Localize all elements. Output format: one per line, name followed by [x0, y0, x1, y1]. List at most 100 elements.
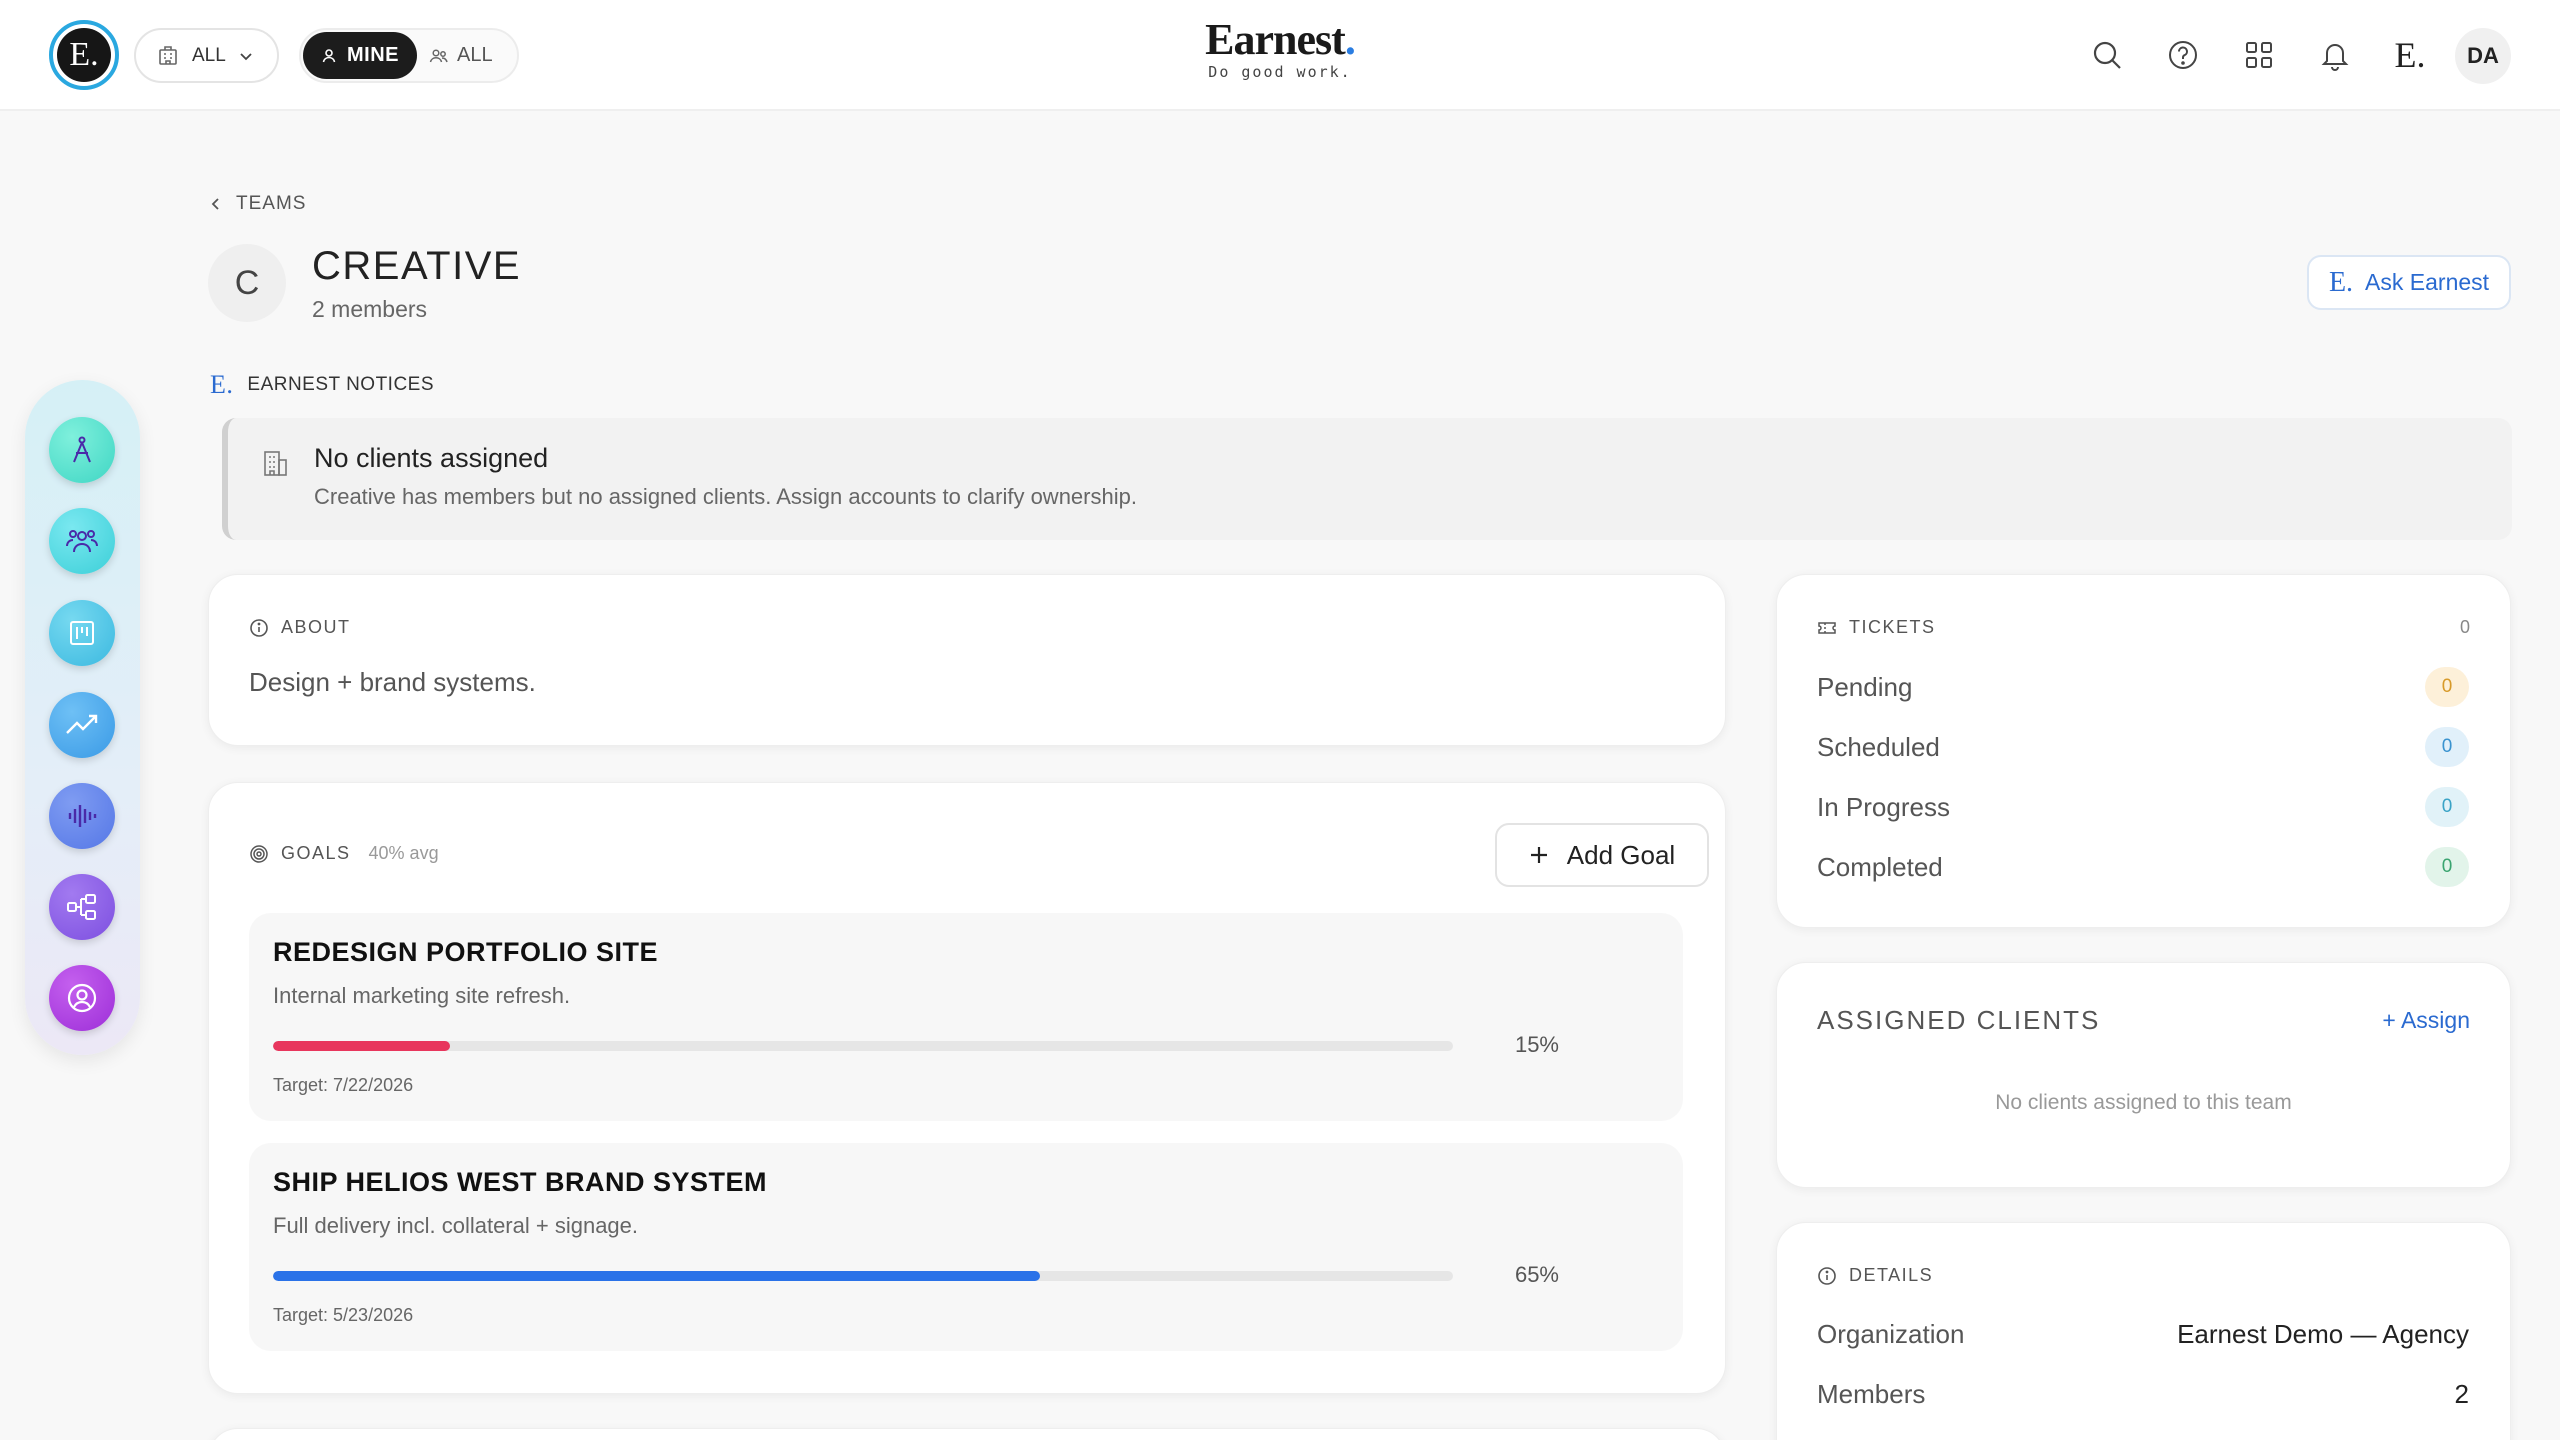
- help-icon[interactable]: [2163, 35, 2203, 75]
- assigned-clients-card: ASSIGNED CLIENTS + Assign No clients ass…: [1776, 962, 2511, 1188]
- ticket-icon: [1817, 620, 1837, 636]
- scope-label: ALL: [192, 44, 226, 66]
- rail-board-icon[interactable]: [49, 600, 115, 666]
- clients-empty-state: No clients assigned to this team: [1995, 1091, 2292, 1114]
- filter-all-button[interactable]: ALL: [429, 32, 493, 79]
- page-title: CREATIVE: [312, 244, 522, 288]
- building-icon: [156, 44, 180, 68]
- ticket-row-label: Scheduled: [1817, 731, 1940, 762]
- about-heading: ABOUT: [249, 617, 351, 638]
- goals-average: 40% avg: [368, 843, 439, 863]
- info-icon: [249, 618, 269, 638]
- breadcrumb[interactable]: TEAMS: [210, 193, 306, 215]
- details-card: DETAILS Organization Earnest Demo — Agen…: [1776, 1222, 2511, 1440]
- scope-dropdown[interactable]: ALL: [134, 28, 279, 83]
- goal-item[interactable]: SHIP HELIOS WEST BRAND SYSTEM Full deliv…: [249, 1143, 1683, 1351]
- goal-progress-bar: [273, 1041, 1453, 1051]
- goals-label: GOALS: [281, 843, 351, 863]
- detail-key: Members: [1817, 1379, 1926, 1409]
- goal-description: Full delivery incl. collateral + signage…: [273, 1213, 639, 1238]
- add-goal-label: Add Goal: [1566, 839, 1676, 870]
- ticket-count-badge: 0: [2425, 787, 2469, 827]
- goal-item[interactable]: REDESIGN PORTFOLIO SITE Internal marketi…: [249, 913, 1683, 1121]
- notice-title: No clients assigned: [314, 443, 549, 473]
- ask-earnest-button[interactable]: E. Ask Earnest: [2307, 255, 2511, 310]
- detail-value: Earnest Demo — Agency: [2177, 1319, 2469, 1349]
- goal-progress-label: 15%: [1514, 1032, 1559, 1057]
- goal-title: SHIP HELIOS WEST BRAND SYSTEM: [273, 1167, 768, 1197]
- tickets-label: TICKETS: [1849, 617, 1936, 637]
- goal-progress-bar: [273, 1271, 1453, 1281]
- goal-progress-label: 65%: [1514, 1262, 1559, 1287]
- goal-title: REDESIGN PORTFOLIO SITE: [273, 937, 659, 967]
- brand-name: Earnest.: [1180, 14, 1380, 65]
- ticket-row-label: Pending: [1817, 671, 1913, 702]
- goal-progress-fill: [273, 1271, 1040, 1281]
- clients-title: ASSIGNED CLIENTS: [1817, 1005, 2101, 1035]
- chevron-down-icon: [238, 48, 254, 64]
- earnest-mark-icon[interactable]: E.: [2390, 35, 2430, 75]
- app-logo[interactable]: E.: [49, 20, 119, 90]
- logo-letter: E.: [57, 28, 111, 82]
- people-icon: [429, 48, 449, 64]
- details-label: DETAILS: [1849, 1265, 1934, 1285]
- notices-label: EARNEST NOTICES: [247, 374, 435, 395]
- details-heading: DETAILS: [1817, 1265, 1933, 1286]
- filter-mine-label: MINE: [347, 44, 399, 66]
- rail-user-circle-icon[interactable]: [49, 965, 115, 1031]
- about-card: ABOUT Design + brand systems.: [208, 574, 1726, 746]
- plus-icon: [1529, 845, 1549, 865]
- goal-description: Internal marketing site refresh.: [273, 983, 571, 1008]
- team-avatar: C: [208, 244, 286, 322]
- side-rail: [25, 380, 140, 1055]
- info-icon: [1817, 1266, 1837, 1286]
- detail-row-members: Members 2: [1817, 1379, 2469, 1410]
- goal-target-date: Target: 7/22/2026: [273, 1075, 414, 1095]
- earnest-mark-icon: E.: [2328, 266, 2354, 298]
- ticket-row-pending[interactable]: Pending 0: [1817, 667, 2469, 707]
- brand-wordmark: Earnest. Do good work.: [1180, 14, 1380, 81]
- goals-card: GOALS 40% avg Add Goal REDESIGN PORTFOLI…: [208, 782, 1726, 1394]
- ticket-row-in-progress[interactable]: In Progress 0: [1817, 787, 2469, 827]
- tickets-total: 0: [2459, 617, 2470, 637]
- rail-trend-icon[interactable]: [49, 692, 115, 758]
- add-goal-button[interactable]: Add Goal: [1495, 823, 1709, 887]
- ticket-row-completed[interactable]: Completed 0: [1817, 847, 2469, 887]
- breadcrumb-teams: TEAMS: [236, 193, 307, 214]
- ticket-count-badge: 0: [2425, 667, 2469, 707]
- rail-waveform-icon[interactable]: [49, 783, 115, 849]
- rail-compass-icon[interactable]: [49, 417, 115, 483]
- goal-progress-fill: [273, 1041, 450, 1051]
- goals-heading: GOALS 40% avg: [249, 843, 439, 864]
- filter-mine-button[interactable]: MINE: [303, 32, 417, 79]
- notices-heading: E. EARNEST NOTICES: [210, 370, 434, 400]
- apps-grid-icon[interactable]: [2239, 35, 2279, 75]
- tickets-heading: TICKETS: [1817, 617, 1936, 638]
- brand-tagline: Do good work.: [1208, 63, 1352, 81]
- ticket-row-scheduled[interactable]: Scheduled 0: [1817, 727, 2469, 767]
- person-icon: [321, 48, 337, 64]
- notice-text: Creative has members but no assigned cli…: [314, 484, 1137, 509]
- rail-flow-icon[interactable]: [49, 874, 115, 940]
- notice-card: No clients assigned Creative has members…: [222, 418, 2512, 540]
- earnest-mark-icon: E.: [210, 370, 234, 399]
- user-avatar[interactable]: DA: [2455, 28, 2511, 84]
- about-label: ABOUT: [281, 617, 351, 637]
- detail-key: Organization: [1817, 1319, 1965, 1349]
- filter-all-label: ALL: [457, 44, 493, 66]
- detail-value: 2: [2454, 1379, 2469, 1409]
- rail-team-icon[interactable]: [49, 508, 115, 574]
- detail-row-organization: Organization Earnest Demo — Agency: [1817, 1319, 2469, 1350]
- ask-earnest-label: Ask Earnest: [2365, 269, 2490, 295]
- ticket-row-label: In Progress: [1817, 791, 1950, 822]
- top-bar: E. ALL MINE ALL Earnest. Do good work. E…: [0, 0, 2560, 111]
- search-icon[interactable]: [2087, 35, 2127, 75]
- team-member-count: 2 members: [312, 296, 428, 322]
- ticket-count-badge: 0: [2425, 847, 2469, 887]
- goal-target-date: Target: 5/23/2026: [273, 1305, 414, 1325]
- tickets-card: TICKETS 0 Pending 0 Scheduled 0 In Progr…: [1776, 574, 2511, 928]
- assign-client-link[interactable]: + Assign: [2382, 1007, 2470, 1034]
- brand-name-text: Earnest: [1205, 15, 1346, 64]
- next-card: [208, 1428, 1726, 1440]
- bell-icon[interactable]: [2315, 35, 2355, 75]
